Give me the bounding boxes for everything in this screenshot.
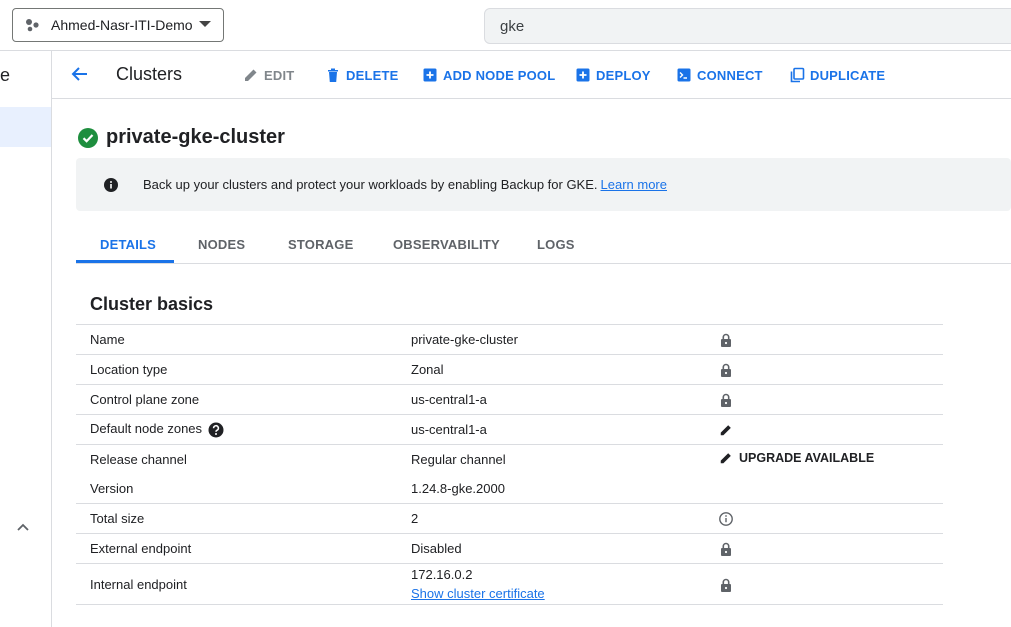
row-value: Disabled: [411, 533, 719, 564]
upgrade-available-label: UPGRADE AVAILABLE: [739, 451, 875, 465]
table-row: Location type Zonal: [76, 354, 943, 385]
row-label: Default node zones: [90, 421, 203, 437]
row-label: Version: [90, 481, 134, 496]
duplicate-button[interactable]: DUPLICATE: [789, 67, 885, 83]
tab-details[interactable]: DETAILS: [100, 237, 156, 252]
tab-logs[interactable]: LOGS: [537, 237, 575, 252]
trash-icon: [328, 68, 338, 82]
help-icon[interactable]: [208, 422, 224, 438]
row-label: Release channel: [76, 444, 411, 474]
cluster-basics-table: Name private-gke-cluster Location type Z…: [76, 324, 943, 605]
duplicate-label: DUPLICATE: [810, 67, 886, 83]
row-value: private-gke-cluster: [411, 324, 719, 355]
project-picker[interactable]: Ahmed-Nasr-ITI-Demo: [12, 8, 224, 42]
cluster-header: private-gke-cluster: [78, 126, 285, 149]
search-input[interactable]: [500, 18, 900, 35]
table-row: Release channel Regular channel UPGRADE …: [76, 444, 943, 474]
row-value: Zonal: [411, 354, 719, 385]
nav-partial-label: e: [0, 65, 11, 85]
table-row: Name private-gke-cluster: [76, 324, 943, 355]
lock-icon: [721, 364, 731, 378]
cluster-name: private-gke-cluster: [106, 126, 285, 148]
lock-icon: [721, 334, 731, 348]
tab-bar: DETAILS NODES STORAGE OBSERVABILITY LOGS: [76, 225, 1011, 264]
connect-label: CONNECT: [697, 67, 763, 83]
show-cluster-certificate-link[interactable]: Show cluster certificate: [411, 586, 545, 601]
row-value: us-central1-a: [411, 414, 719, 445]
row-value: Regular channel: [411, 444, 719, 474]
chevron-down-icon: [199, 21, 211, 27]
add-node-pool-label: ADD NODE POOL: [443, 67, 556, 83]
banner-text: Back up your clusters and protect your w…: [143, 177, 598, 192]
row-label: Control plane zone: [76, 384, 411, 415]
row-label: Total size: [76, 503, 411, 534]
copy-icon: [790, 67, 805, 83]
table-row: Internal endpoint 172.16.0.2 Show cluster…: [76, 563, 943, 605]
upgrade-available-button[interactable]: UPGRADE AVAILABLE: [719, 451, 874, 465]
project-dots-icon: [26, 19, 39, 32]
row-label: Name: [76, 324, 411, 355]
project-name: Ahmed-Nasr-ITI-Demo: [51, 17, 193, 33]
table-row: Version 1.24.8-gke.2000: [76, 474, 943, 504]
info-filled-icon: [104, 178, 118, 192]
row-value: 1.24.8-gke.2000: [411, 481, 505, 496]
pencil-icon: [720, 453, 731, 464]
row-label: External endpoint: [76, 533, 411, 564]
tab-storage[interactable]: STORAGE: [288, 237, 353, 252]
delete-label: DELETE: [346, 67, 399, 83]
check-circle-icon: [78, 127, 98, 148]
back-arrow-icon[interactable]: [70, 64, 90, 84]
table-row: Default node zones us-central1-a: [76, 414, 943, 445]
section-title: Cluster basics: [90, 294, 214, 314]
edit-label: EDIT: [264, 67, 295, 83]
pencil-icon: [245, 69, 257, 81]
row-value: 172.16.0.2: [411, 567, 473, 582]
connect-button[interactable]: CONNECT: [676, 67, 763, 83]
pencil-icon[interactable]: [719, 423, 733, 437]
row-value: us-central1-a: [411, 384, 719, 415]
learn-more-link[interactable]: Learn more: [601, 177, 667, 192]
left-nav: e: [0, 51, 52, 627]
table-row: External endpoint Disabled: [76, 533, 943, 564]
active-tab-indicator: [76, 260, 174, 263]
table-row: Total size 2: [76, 503, 943, 534]
lock-icon: [721, 394, 731, 408]
row-label: Location type: [76, 354, 411, 385]
edit-button[interactable]: EDIT: [243, 67, 294, 83]
deploy-button[interactable]: DEPLOY: [575, 67, 651, 83]
delete-button[interactable]: DELETE: [325, 67, 398, 83]
search-box[interactable]: [484, 8, 1011, 44]
top-bar: Ahmed-Nasr-ITI-Demo: [0, 0, 1011, 51]
info-icon[interactable]: [719, 512, 733, 527]
deploy-label: DEPLOY: [596, 67, 651, 83]
backup-banner: Back up your clusters and protect your w…: [76, 158, 1011, 211]
chevron-up-icon[interactable]: [16, 521, 30, 535]
lock-icon: [721, 578, 731, 592]
nav-selected-item[interactable]: [0, 107, 51, 147]
page-title: Clusters: [116, 64, 183, 84]
add-node-pool-button[interactable]: ADD NODE POOL: [422, 67, 555, 83]
add-box-icon: [423, 68, 437, 82]
lock-icon: [721, 543, 731, 557]
add-box-icon: [576, 68, 590, 82]
row-value: 2: [411, 503, 719, 534]
table-row: Control plane zone us-central1-a: [76, 384, 943, 415]
action-bar: Clusters EDIT DELETE ADD NODE POOL DEPLO…: [52, 51, 1011, 99]
terminal-icon: [677, 68, 691, 82]
row-label: Internal endpoint: [76, 563, 411, 605]
banner-text-wrap: Back up your clusters and protect your w…: [143, 177, 667, 192]
tab-nodes[interactable]: NODES: [198, 237, 245, 252]
tab-observability[interactable]: OBSERVABILITY: [393, 237, 500, 252]
